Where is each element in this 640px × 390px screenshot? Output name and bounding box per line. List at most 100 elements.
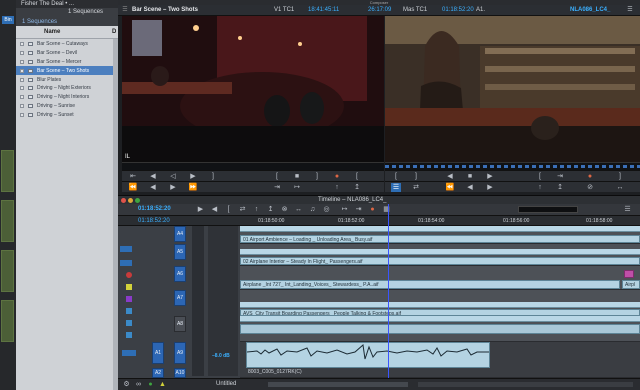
overwrite-icon[interactable]: ↦ — [292, 183, 302, 192]
play-reverse-icon[interactable]: ◁ — [168, 172, 178, 181]
mark-in-bracket-icon[interactable]: [ — [272, 172, 282, 181]
record-icon[interactable]: ● — [332, 172, 342, 181]
mute-icon[interactable] — [126, 284, 132, 290]
track-a8[interactable]: A8 — [174, 316, 186, 332]
segment-mode-icon[interactable]: ↔ — [294, 205, 303, 214]
mark-out-bracket-icon[interactable]: ] — [615, 172, 625, 181]
clip-thumbnail[interactable] — [1, 200, 14, 242]
step-frame-back-icon[interactable]: ◀ — [465, 183, 475, 192]
segment-mode-icon[interactable]: ⇄ — [411, 183, 421, 192]
trim-icon[interactable]: ⇄ — [238, 205, 247, 214]
source-position-bar[interactable] — [122, 162, 384, 170]
menu-icon[interactable]: ☰ — [121, 6, 129, 14]
bin-item-bar-scene-mercer[interactable]: Bar Scene – Mercer — [16, 58, 118, 67]
toggle-source-record-icon[interactable]: ↔ — [615, 183, 625, 192]
track-a9[interactable]: A9 — [174, 342, 186, 364]
lift-icon[interactable]: ↑ — [332, 183, 342, 192]
keyframe-icon[interactable] — [126, 308, 132, 314]
play-icon[interactable]: ▶ — [188, 172, 198, 181]
clip-thumbnail[interactable] — [1, 150, 14, 192]
record-icon[interactable]: ● — [585, 172, 595, 181]
audio-clip[interactable]: Airplane _Int 727_ Int_Landing_Voices_ S… — [240, 280, 620, 289]
bin-item-bar-scene-two-shots[interactable]: Bar Scene – Two Shots — [16, 66, 118, 76]
stop-icon[interactable]: ■ — [465, 172, 475, 181]
bin-item-driving-night-exteriors[interactable]: Driving – Night Exteriors — [16, 84, 118, 93]
audio-clip[interactable]: 01 Airport Ambience – Loading _ Unloadin… — [240, 235, 640, 243]
timeline-view-icon[interactable]: ☰ — [391, 183, 401, 192]
mark-in-icon[interactable]: ⇤ — [128, 172, 138, 181]
mark-out-icon[interactable]: ] — [208, 172, 218, 181]
audio-clip[interactable] — [240, 324, 640, 334]
stop-icon[interactable]: ■ — [292, 172, 302, 181]
play-icon[interactable]: ▶ — [196, 205, 205, 214]
column-name[interactable]: Name — [44, 29, 60, 35]
clip-thumbnail[interactable] — [1, 300, 14, 342]
track-a7[interactable]: A7 — [174, 290, 186, 306]
bin-item-driving-night-interiors[interactable]: Driving – Night Interiors — [16, 93, 118, 102]
rewind-icon[interactable]: ⏪ — [445, 183, 455, 192]
source-clip-name[interactable]: Bar Scene – Two Shots — [132, 7, 198, 13]
rewind-icon[interactable]: ⏪ — [128, 183, 138, 192]
effect-icon[interactable] — [126, 296, 132, 302]
audio-waveform-clip[interactable] — [246, 342, 490, 368]
menu-icon[interactable]: ☰ — [626, 6, 634, 14]
close-window-icon[interactable] — [121, 198, 126, 203]
fast-forward-icon[interactable]: ⏩ — [188, 183, 198, 192]
checkbox-icon[interactable] — [20, 59, 24, 64]
timeline-search-field[interactable] — [518, 206, 578, 213]
overwrite-icon[interactable]: ↦ — [340, 205, 349, 214]
mark-in-bracket-icon[interactable]: [ — [352, 172, 362, 181]
checkbox-icon[interactable] — [20, 103, 24, 108]
record-icon[interactable]: ● — [368, 205, 377, 214]
mark-out-bracket-icon[interactable]: ] — [312, 172, 322, 181]
play-icon[interactable]: ▶ — [485, 172, 495, 181]
clip-thumbnail[interactable] — [1, 250, 14, 292]
source-track-a1[interactable]: A1 — [152, 342, 164, 364]
checkbox-icon[interactable] — [20, 42, 24, 47]
step-frame-forward-icon[interactable]: ▶ — [485, 183, 495, 192]
grid-icon[interactable]: ▦ — [382, 205, 391, 214]
bin-item-blur-plates[interactable]: Blur Plates — [16, 75, 118, 84]
mark-in-icon[interactable]: [ — [391, 172, 401, 181]
checkbox-icon[interactable] — [20, 86, 24, 91]
extract-icon[interactable]: ↥ — [266, 205, 275, 214]
bin-item-driving-sunrise[interactable]: Driving – Sunrise — [16, 102, 118, 111]
audio-clip[interactable]: Airpl — [622, 280, 640, 289]
step-back-icon[interactable]: ◀ — [445, 172, 455, 181]
record-arm-icon[interactable] — [126, 272, 132, 278]
bin-tab[interactable]: Bin — [2, 16, 14, 24]
waveform-icon[interactable] — [126, 320, 132, 326]
source-monitor[interactable]: IL — [122, 16, 384, 162]
extract-icon[interactable]: ↥ — [352, 183, 362, 192]
timeline-tracks[interactable]: 01 Airport Ambience – Loading _ Unloadin… — [240, 226, 640, 378]
bin-item-driving-sunset[interactable]: Driving – Sunset — [16, 110, 118, 119]
extract-icon[interactable]: ↥ — [555, 183, 565, 192]
timeline-scrollbar[interactable] — [418, 382, 633, 387]
lift-icon[interactable]: ↑ — [252, 205, 261, 214]
step-back-icon[interactable]: ◀ — [148, 172, 158, 181]
checkbox-icon[interactable] — [20, 112, 24, 117]
sequence-name[interactable]: NLA086_LC4_ — [570, 7, 610, 13]
bin-item-bar-scene-devil[interactable]: Bar Scene – Devil — [16, 49, 118, 58]
track-a10[interactable]: A10 — [174, 368, 186, 378]
zoom-window-icon[interactable] — [135, 198, 140, 203]
clear-marks-icon[interactable]: ⊗ — [280, 205, 289, 214]
mark-in-bracket-icon[interactable]: [ — [535, 172, 545, 181]
scroll-tracks-icon[interactable] — [122, 350, 136, 356]
column-extra[interactable]: D — [112, 29, 116, 35]
record-position-bar[interactable] — [385, 162, 640, 170]
audio-clip[interactable]: AVS_City Transit Boarding Passengers_ Pe… — [240, 309, 640, 316]
step-frame-back-icon[interactable]: ◀ — [148, 183, 158, 192]
mark-in-icon[interactable]: [ — [224, 205, 233, 214]
step-back-icon[interactable]: ◀ — [210, 205, 219, 214]
go-to-out-icon[interactable]: ⇥ — [555, 172, 565, 181]
sync-lock-icon[interactable]: ⊘ — [585, 183, 595, 192]
link-icon[interactable]: ∞ — [134, 380, 143, 389]
timeline-zoom-slider[interactable] — [268, 382, 408, 387]
playhead[interactable] — [388, 204, 389, 378]
menu-icon[interactable]: ☰ — [623, 205, 632, 214]
splice-icon[interactable]: ⇥ — [354, 205, 363, 214]
lift-icon[interactable]: ↑ — [535, 183, 545, 192]
volume-readout[interactable]: –8.0 dB — [212, 353, 230, 359]
checkbox-icon[interactable] — [20, 51, 24, 56]
